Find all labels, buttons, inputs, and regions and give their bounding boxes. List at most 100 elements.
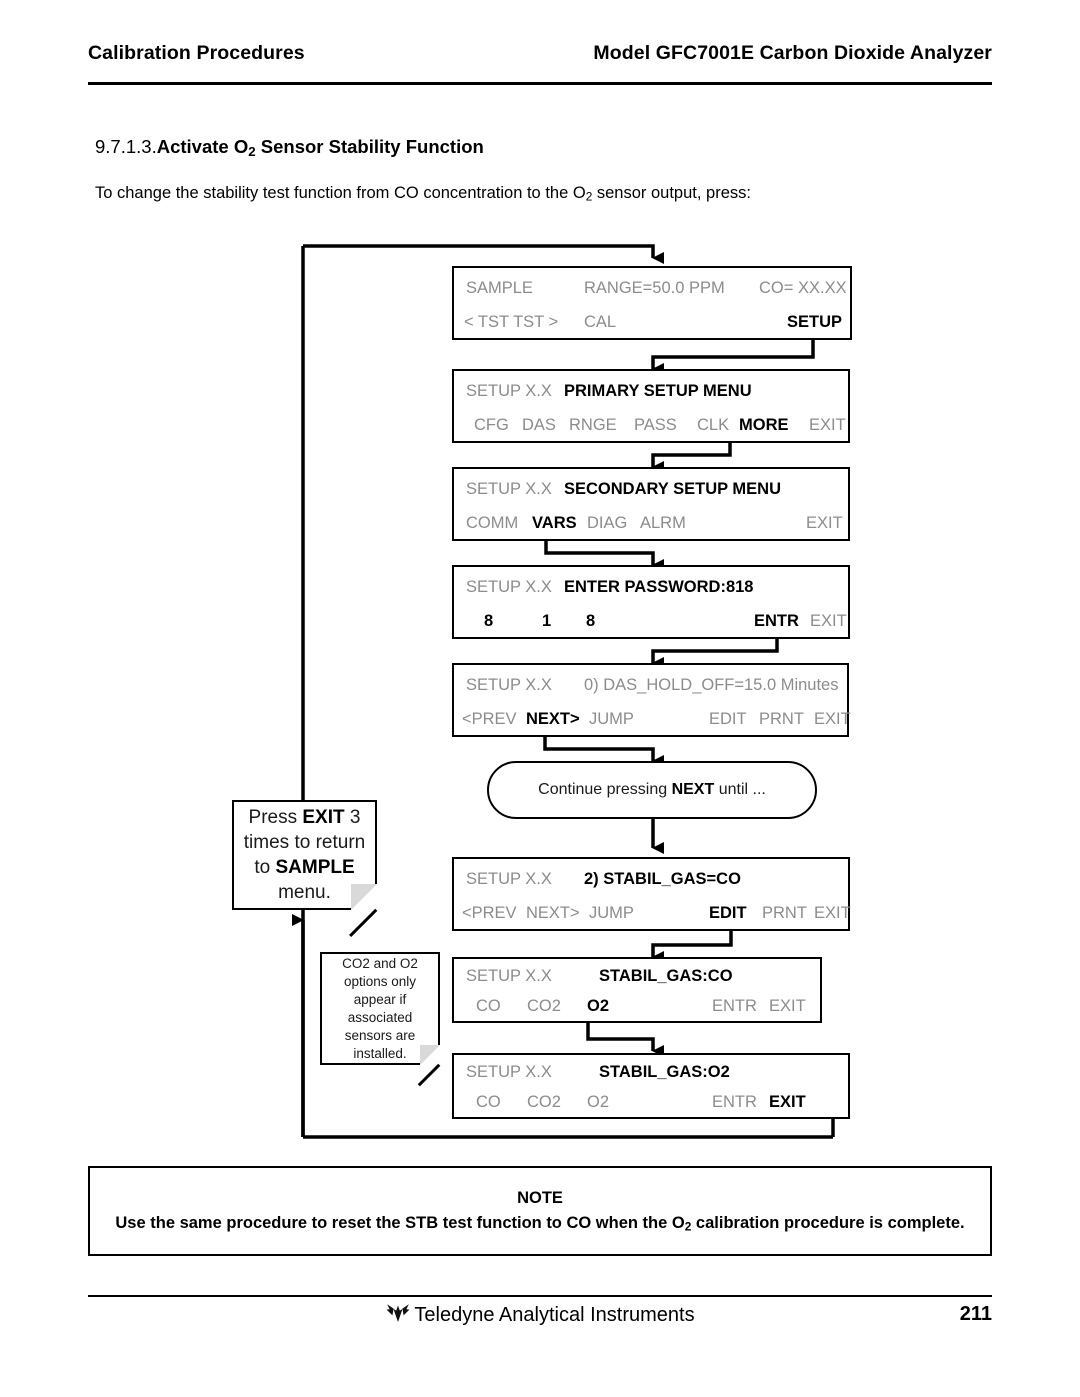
lcd-button-o2[interactable]: O2 xyxy=(587,1086,609,1119)
lcd-button-co[interactable]: CO xyxy=(476,990,501,1023)
lcd-field-password-prompt: ENTER PASSWORD:818 xyxy=(564,578,754,596)
lcd-button-vars[interactable]: VARS xyxy=(532,505,577,541)
page-fold-icon xyxy=(351,884,377,910)
lcd-button-more[interactable]: MORE xyxy=(739,407,789,443)
bubble-text-bold: NEXT xyxy=(671,781,715,798)
lcd-display-stabil-gas-o2: SETUP X.X STABIL_GAS:O2 CO CO2 O2 ENTR E… xyxy=(452,1053,850,1119)
lcd-button-exit[interactable]: EXIT xyxy=(769,1086,806,1119)
lcd-button-exit[interactable]: EXIT xyxy=(809,407,846,443)
lcd-button-comm[interactable]: COMM xyxy=(466,505,518,541)
lcd-button-co2[interactable]: CO2 xyxy=(527,990,561,1023)
bubble-text: Continue pressing NEXT until ... xyxy=(538,781,766,799)
lcd-button-entr[interactable]: ENTR xyxy=(712,990,757,1023)
lcd-button-alrm[interactable]: ALRM xyxy=(640,505,686,541)
header-right-title: Model GFC7001E Carbon Dioxide Analyzer xyxy=(593,42,992,64)
note-line-5: sensors are xyxy=(344,1027,416,1043)
section-title-part2: Sensor Stability Function xyxy=(255,136,484,157)
page-fold-icon xyxy=(420,1045,440,1065)
lcd-button-jump[interactable]: JUMP xyxy=(589,895,634,931)
note-line-2: options only xyxy=(343,973,417,989)
section-title-part1: Activate O xyxy=(156,136,249,157)
lcd-button-setup[interactable]: SETUP xyxy=(787,304,842,340)
lcd-digit-3[interactable]: 8 xyxy=(586,603,595,639)
lcd-field-variable: 2) STABIL_GAS=CO xyxy=(584,870,741,888)
lcd-field-menu-title: PRIMARY SETUP MENU xyxy=(564,382,752,400)
note-line-1-part1: Press xyxy=(248,807,303,828)
lcd-button-exit[interactable]: EXIT xyxy=(814,701,851,737)
lcd-button-edit[interactable]: EDIT xyxy=(709,701,747,737)
display-row-top: SETUP X.X PRIMARY SETUP MENU xyxy=(454,373,848,409)
teledyne-logo-icon xyxy=(385,1303,411,1329)
display-row-top: SETUP X.X STABIL_GAS:CO xyxy=(454,960,820,993)
lcd-button-jump[interactable]: JUMP xyxy=(589,701,634,737)
footer-divider xyxy=(88,1295,992,1297)
lcd-display-das-hold-off: SETUP X.X 0) DAS_HOLD_OFF=15.0 Minutes <… xyxy=(452,663,851,737)
lcd-field-range: RANGE=50.0 PPM xyxy=(584,279,725,297)
lcd-field-edit-title: STABIL_GAS:O2 xyxy=(599,1063,730,1081)
lcd-field-menu-title: SECONDARY SETUP MENU xyxy=(564,480,781,498)
section-heading: 9.7.1.3.Activate O2 Sensor Stability Fun… xyxy=(95,136,484,158)
note-line-3-part1: to xyxy=(254,857,276,878)
lcd-button-co[interactable]: CO xyxy=(476,1086,501,1119)
note-line-1-part2: 3 xyxy=(344,807,361,828)
lcd-display-stabil-gas-co: SETUP X.X STABIL_GAS:CO CO CO2 O2 ENTR E… xyxy=(452,957,822,1023)
lcd-button-co2[interactable]: CO2 xyxy=(527,1086,561,1119)
lcd-digit-2[interactable]: 1 xyxy=(542,603,551,639)
lcd-button-o2[interactable]: O2 xyxy=(587,990,609,1023)
lcd-button-cfg[interactable]: CFG xyxy=(474,407,509,443)
lcd-field-edit-title: STABIL_GAS:CO xyxy=(599,967,733,985)
lcd-field-setup-version: SETUP X.X xyxy=(466,480,552,498)
lcd-field-setup-version: SETUP X.X xyxy=(466,676,552,694)
lcd-button-prnt[interactable]: PRNT xyxy=(762,895,807,931)
note-callout-title: NOTE xyxy=(517,1188,563,1207)
lcd-button-entr[interactable]: ENTR xyxy=(712,1086,757,1119)
lcd-button-exit[interactable]: EXIT xyxy=(814,895,851,931)
note-callout-body-part2: calibration procedure is complete. xyxy=(691,1213,965,1232)
lcd-field-concentration: CO= XX.XX xyxy=(759,279,847,297)
display-row-buttons: <PREV NEXT> JUMP EDIT PRNT EXIT xyxy=(454,895,851,931)
bubble-text-part1: Continue pressing xyxy=(538,781,672,798)
intro-paragraph: To change the stability test function fr… xyxy=(95,184,751,203)
lcd-button-exit[interactable]: EXIT xyxy=(806,505,843,541)
lcd-button-next[interactable]: NEXT> xyxy=(526,701,580,737)
lcd-digit-1[interactable]: 8 xyxy=(484,603,493,639)
note-line-2: times to return xyxy=(243,832,366,853)
lcd-field-variable: 0) DAS_HOLD_OFF=15.0 Minutes xyxy=(584,676,839,694)
lcd-button-pass[interactable]: PASS xyxy=(634,407,677,443)
lcd-button-cal[interactable]: CAL xyxy=(584,304,616,340)
display-row-top: SETUP X.X ENTER PASSWORD:818 xyxy=(454,569,848,605)
display-row-top: SETUP X.X 2) STABIL_GAS=CO xyxy=(454,861,848,897)
lcd-button-das[interactable]: DAS xyxy=(522,407,556,443)
lcd-display-primary-setup-menu: SETUP X.X PRIMARY SETUP MENU CFG DAS RNG… xyxy=(452,369,850,443)
lcd-button-clk[interactable]: CLK xyxy=(697,407,729,443)
lcd-display-enter-password: SETUP X.X ENTER PASSWORD:818 8 1 8 ENTR … xyxy=(452,565,850,639)
lcd-button-prev[interactable]: <PREV xyxy=(462,701,517,737)
lcd-button-exit[interactable]: EXIT xyxy=(769,990,806,1023)
note-callout-body-part1: Use the same procedure to reset the STB … xyxy=(115,1213,685,1232)
bubble-text-part2: until ... xyxy=(714,781,766,798)
lcd-display-stabil-gas-variable: SETUP X.X 2) STABIL_GAS=CO <PREV NEXT> J… xyxy=(452,857,851,931)
lcd-field-setup-version: SETUP X.X xyxy=(466,382,552,400)
note-press-exit: Press EXIT 3 times to return to SAMPLE m… xyxy=(232,800,377,937)
display-row-top: SETUP X.X STABIL_GAS:O2 xyxy=(454,1056,848,1089)
display-row-buttons: COMM VARS DIAG ALRM EXIT xyxy=(454,505,848,541)
lcd-button-exit[interactable]: EXIT xyxy=(810,603,847,639)
note-line-4: menu. xyxy=(278,882,331,903)
note-line-1: CO2 and O2 xyxy=(342,955,418,971)
lcd-button-diag[interactable]: DIAG xyxy=(587,505,627,541)
header-divider xyxy=(88,82,992,85)
continue-pressing-next-bubble: Continue pressing NEXT until ... xyxy=(487,761,817,819)
lcd-button-next[interactable]: NEXT> xyxy=(526,895,580,931)
page-fold-line-icon xyxy=(349,908,377,937)
lcd-button-prev[interactable]: <PREV xyxy=(462,895,517,931)
lcd-button-tst[interactable]: < TST TST > xyxy=(464,304,558,340)
note-callout-body: Use the same procedure to reset the STB … xyxy=(110,1213,970,1234)
lcd-field-setup-version: SETUP X.X xyxy=(466,1063,552,1081)
lcd-button-entr[interactable]: ENTR xyxy=(754,603,799,639)
lcd-button-rnge[interactable]: RNGE xyxy=(569,407,617,443)
page-fold-line-icon xyxy=(417,1063,440,1086)
intro-part2: sensor output, press: xyxy=(592,184,751,202)
lcd-button-prnt[interactable]: PRNT xyxy=(759,701,804,737)
display-row-top: SETUP X.X SECONDARY SETUP MENU xyxy=(454,471,848,507)
lcd-button-edit[interactable]: EDIT xyxy=(709,895,747,931)
